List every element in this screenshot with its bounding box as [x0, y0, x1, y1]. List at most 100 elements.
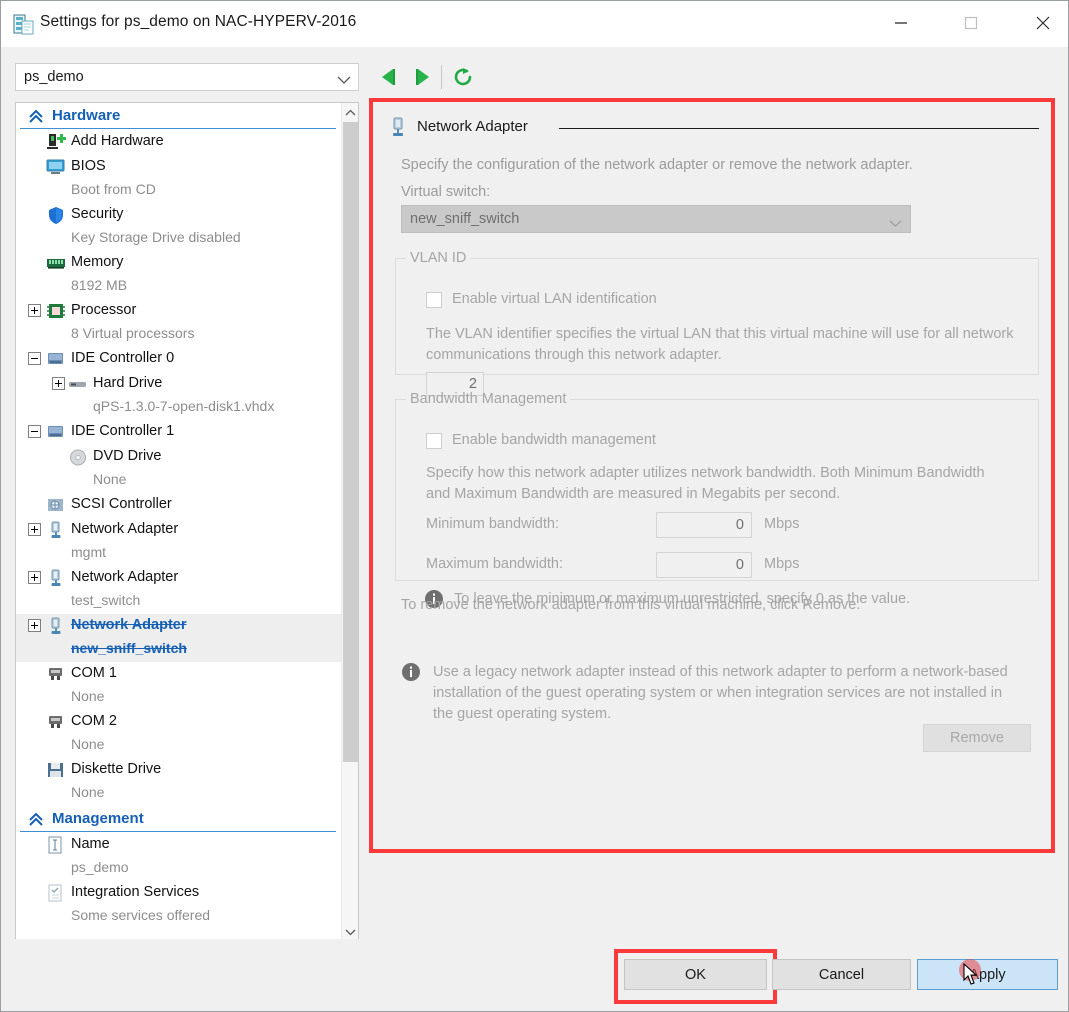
forward-button[interactable] — [409, 64, 435, 90]
enable-vlan-checkbox[interactable] — [426, 292, 442, 308]
vlan-help-text: The VLAN identifier specifies the virtua… — [426, 324, 1026, 366]
enable-bandwidth-checkbox[interactable] — [426, 433, 442, 449]
tree-item[interactable]: Memory — [16, 251, 342, 276]
close-button[interactable] — [1020, 1, 1066, 45]
tree-item-sublabel-row[interactable]: 8 Virtual processors — [16, 324, 342, 347]
tree-item[interactable]: SCSI Controller — [16, 493, 342, 518]
tree-item-sublabel-row[interactable]: qPS-1.3.0-7-open-disk1.vhdx — [16, 397, 342, 420]
vm-selector-dropdown[interactable]: ps_demo — [15, 63, 359, 91]
tree-item-sublabel-row[interactable]: 8192 MB — [16, 276, 342, 299]
cancel-button[interactable]: Cancel — [772, 959, 911, 990]
chevron-up-icon — [345, 109, 356, 117]
tree-section-hardware[interactable]: Hardware — [20, 105, 336, 129]
diskette-drive-icon — [46, 761, 66, 780]
collapse-icon[interactable] — [28, 425, 41, 438]
refresh-button[interactable] — [450, 64, 476, 90]
tree-item[interactable]: COM 1 — [16, 662, 342, 687]
tree-item-sublabel-row[interactable]: mgmt — [16, 543, 342, 566]
tree-item-label: Network Adapter — [71, 569, 178, 585]
panel-description: Specify the configuration of the network… — [401, 157, 1031, 173]
tree-item[interactable]: Network Adapter — [16, 518, 342, 543]
maximum-bandwidth-label: Maximum bandwidth: — [426, 556, 563, 572]
tree-item-sublabel-row[interactable]: Key Storage Drive disabled — [16, 228, 342, 251]
expand-icon[interactable] — [28, 523, 41, 536]
tree-item-label: Network Adapter — [71, 617, 186, 633]
remove-adapter-text: To remove the network adapter from this … — [401, 597, 860, 613]
scroll-down-button[interactable] — [342, 922, 359, 940]
tree-item-sublabel: 8192 MB — [71, 277, 127, 293]
minimum-bandwidth-label: Minimum bandwidth: — [426, 516, 559, 532]
tree-item-sublabel-row[interactable]: new_sniff_switch — [16, 639, 342, 662]
tree-scrollbar[interactable] — [341, 103, 358, 940]
remove-button[interactable]: Remove — [923, 724, 1031, 752]
tree-item[interactable]: Network Adapter — [16, 614, 342, 639]
enable-vlan-label: Enable virtual LAN identification — [452, 291, 657, 307]
tree-item-sublabel: qPS-1.3.0-7-open-disk1.vhdx — [93, 398, 274, 414]
name-icon — [46, 836, 66, 855]
memory-icon — [46, 254, 66, 273]
tree-item-sublabel-row[interactable]: Some services offered — [16, 906, 342, 920]
tree-item-sublabel-row[interactable]: None — [16, 687, 342, 710]
ok-button[interactable]: OK — [624, 959, 767, 990]
tree-item[interactable]: Integration Services — [16, 881, 342, 906]
tree-item[interactable]: IDE Controller 0 — [16, 347, 342, 372]
expand-icon[interactable] — [52, 377, 65, 390]
scsi-controller-icon — [46, 496, 66, 515]
tree-item-sublabel: new_sniff_switch — [71, 640, 187, 656]
collapse-icon[interactable] — [28, 352, 41, 365]
tree-item[interactable]: COM 2 — [16, 710, 342, 735]
tree-item[interactable]: Diskette Drive — [16, 758, 342, 783]
bios-monitor-icon — [46, 158, 66, 177]
tree-item[interactable]: IDE Controller 1 — [16, 420, 342, 445]
tree-item[interactable]: Processor — [16, 299, 342, 324]
tree-item[interactable]: Network Adapter — [16, 566, 342, 591]
back-button[interactable] — [376, 64, 402, 90]
tree-item[interactable]: Add Hardware — [16, 130, 342, 155]
tree-item[interactable]: DVD Drive — [16, 445, 342, 470]
tree-item-sublabel-row[interactable]: None — [16, 735, 342, 758]
vlan-id-group: VLAN ID Enable virtual LAN identificatio… — [395, 250, 1039, 375]
enable-bandwidth-label: Enable bandwidth management — [452, 432, 656, 448]
tree-section-management[interactable]: Management — [20, 808, 336, 832]
maximum-bandwidth-unit: Mbps — [764, 556, 799, 572]
apply-button[interactable]: Apply — [917, 959, 1058, 990]
minimize-button[interactable] — [878, 1, 924, 45]
tree-item[interactable]: BIOS — [16, 155, 342, 180]
scrollbar-thumb[interactable] — [343, 122, 358, 762]
minimum-bandwidth-input[interactable]: 0 — [656, 512, 752, 538]
tree-item[interactable]: Security — [16, 203, 342, 228]
tree-item-label: Security — [71, 206, 123, 222]
tree-item-sublabel: Key Storage Drive disabled — [71, 229, 241, 245]
tree-item[interactable]: Name — [16, 833, 342, 858]
tree-item-sublabel-row[interactable]: None — [16, 783, 342, 806]
back-triangle-icon — [376, 64, 402, 90]
expand-icon[interactable] — [28, 304, 41, 317]
double-chevron-up-icon — [28, 109, 44, 130]
tree-item-label: COM 1 — [71, 665, 117, 681]
tree-item[interactable]: Hard Drive — [16, 372, 342, 397]
expand-icon[interactable] — [28, 571, 41, 584]
maximize-button[interactable] — [948, 1, 994, 45]
maximize-icon — [964, 16, 978, 30]
tree-item-sublabel-row[interactable]: ps_demo — [16, 858, 342, 881]
tree-item-label: IDE Controller 1 — [71, 423, 174, 439]
info-icon — [401, 662, 421, 682]
integration-services-icon — [46, 884, 66, 903]
double-chevron-up-icon — [28, 812, 44, 833]
tree-item-sublabel: ps_demo — [71, 859, 129, 875]
dvd-drive-icon — [68, 448, 88, 467]
tree-item-label: DVD Drive — [93, 448, 161, 464]
tree-item-sublabel-row[interactable]: Boot from CD — [16, 180, 342, 203]
com-port-icon — [46, 665, 66, 684]
maximum-bandwidth-input[interactable]: 0 — [656, 552, 752, 578]
panel-heading: Network Adapter — [389, 116, 1039, 140]
expand-icon[interactable] — [28, 619, 41, 632]
scroll-up-button[interactable] — [342, 103, 359, 121]
tree-section-label: Hardware — [52, 107, 120, 124]
hard-drive-icon — [68, 375, 88, 394]
tree-item-sublabel-row[interactable]: None — [16, 470, 342, 493]
close-icon — [1035, 15, 1051, 31]
virtual-switch-dropdown[interactable]: new_sniff_switch — [401, 205, 911, 233]
tree-item-sublabel: None — [93, 471, 126, 487]
tree-item-sublabel-row[interactable]: test_switch — [16, 591, 342, 614]
